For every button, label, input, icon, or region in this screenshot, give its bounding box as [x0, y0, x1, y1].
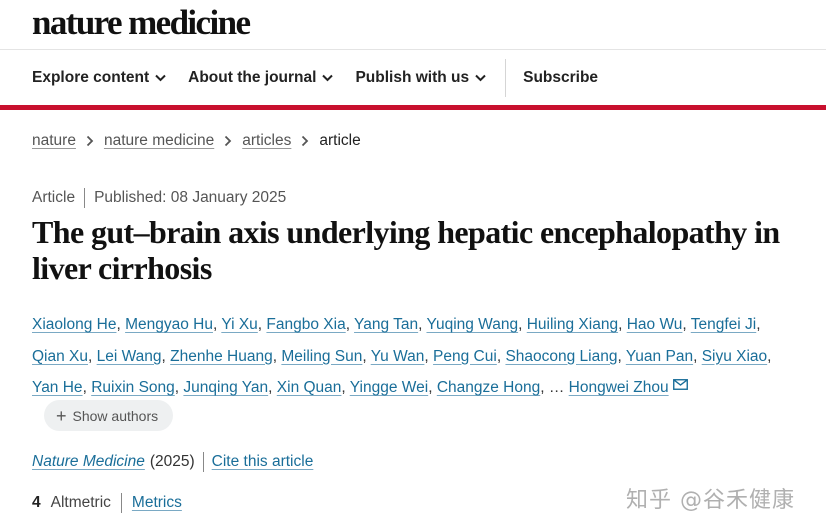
meta-divider	[84, 188, 86, 208]
breadcrumb-nature[interactable]: nature	[32, 132, 76, 150]
plus-icon: +	[56, 405, 67, 426]
author-link[interactable]: Changze Hong	[437, 379, 540, 396]
email-icon[interactable]	[672, 379, 688, 390]
author-link[interactable]: Yuqing Wang	[426, 316, 518, 333]
altmetric-count: 4	[32, 494, 41, 511]
nav-explore-content[interactable]: Explore content	[32, 69, 166, 87]
chevron-right-icon	[301, 135, 309, 147]
accent-bar	[0, 105, 826, 110]
author-link[interactable]: Qian Xu	[32, 348, 88, 365]
nav-item-label: Publish with us	[355, 68, 470, 86]
show-authors-label: Show authors	[72, 407, 159, 424]
nav-about-the-journal[interactable]: About the journal	[188, 68, 334, 87]
author-link[interactable]: Hao Wu	[627, 316, 683, 333]
journal-citation: Nature Medicine (2025) Cite this article	[32, 452, 313, 472]
author-link[interactable]: Tengfei Ji	[691, 316, 756, 333]
published-date: Published: 08 January 2025	[94, 189, 287, 206]
article-metrics: 4 Altmetric Metrics	[32, 493, 182, 513]
metrics-link[interactable]: Metrics	[132, 494, 182, 512]
breadcrumb-articles[interactable]: articles	[242, 132, 291, 150]
author-link[interactable]: Yuan Pan	[626, 348, 693, 365]
site-logo[interactable]: nature medicine	[32, 5, 251, 40]
altmetric-label: Altmetric	[50, 494, 111, 511]
cite-article-link[interactable]: Cite this article	[212, 453, 314, 471]
author-link[interactable]: Zhenhe Huang	[170, 348, 273, 365]
chevron-down-icon	[322, 74, 334, 82]
main-nav: Explore content About the journal Publis…	[0, 50, 826, 105]
breadcrumb-current: article	[319, 132, 361, 149]
author-link[interactable]: Ruixin Song	[91, 379, 175, 396]
author-link[interactable]: Hongwei Zhou	[569, 379, 669, 396]
breadcrumb-nature-medicine[interactable]: nature medicine	[104, 132, 214, 150]
author-link[interactable]: Xiaolong He	[32, 316, 116, 333]
article-type: Article	[32, 189, 76, 206]
author-link[interactable]: Xin Quan	[277, 379, 342, 396]
author-link[interactable]: Meiling Sun	[281, 348, 362, 365]
author-link[interactable]: Huiling Xiang	[527, 316, 618, 333]
nav-item-label: Explore content	[32, 68, 150, 86]
chevron-right-icon	[224, 135, 232, 147]
author-list: Xiaolong He, Mengyao Hu, Yi Xu, Fangbo X…	[32, 316, 772, 396]
watermark: 知乎 @谷禾健康	[626, 488, 795, 513]
author-link[interactable]: Yan He	[32, 379, 83, 396]
article-meta: Article Published: 08 January 2025	[32, 188, 286, 208]
metrics-divider	[120, 493, 122, 513]
author-link[interactable]: Junqing Yan	[183, 379, 268, 396]
author-link[interactable]: Yang Tan	[354, 316, 418, 333]
nav-subscribe[interactable]: Subscribe	[523, 69, 598, 87]
chevron-right-icon	[86, 135, 94, 147]
author-link[interactable]: Siyu Xiao	[702, 348, 767, 365]
author-ellipsis: …	[548, 379, 565, 396]
author-link[interactable]: Yingge Wei	[350, 379, 428, 396]
nav-publish-with-us[interactable]: Publish with us	[355, 69, 486, 87]
site-header: nature medicine	[0, 0, 826, 50]
chevron-down-icon	[155, 74, 166, 82]
author-link[interactable]: Shaocong Liang	[505, 348, 617, 365]
article-title: The gut–brain axis underlying hepatic en…	[32, 214, 780, 286]
show-authors-button[interactable]: + Show authors	[44, 400, 174, 431]
breadcrumb: nature nature medicine articles article	[32, 132, 361, 150]
chevron-down-icon	[475, 74, 486, 82]
nav-divider	[505, 58, 507, 97]
citation-divider	[202, 452, 204, 472]
author-link[interactable]: Fangbo Xia	[266, 316, 345, 333]
journal-name-link[interactable]: Nature Medicine	[32, 453, 145, 471]
nav-item-label: About the journal	[188, 68, 317, 86]
author-link[interactable]: Yu Wan	[371, 348, 425, 365]
author-link[interactable]: Lei Wang	[97, 348, 162, 365]
publication-year: (2025)	[149, 453, 195, 470]
author-link[interactable]: Peng Cui	[433, 348, 497, 365]
author-link[interactable]: Yi Xu	[221, 316, 257, 333]
author-link[interactable]: Mengyao Hu	[125, 316, 213, 333]
